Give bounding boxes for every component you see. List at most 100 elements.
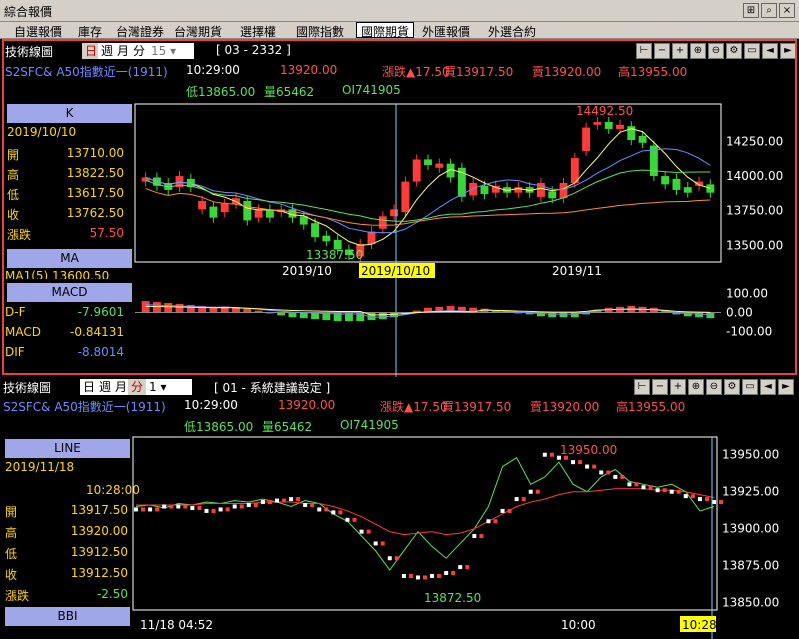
macd-tick: 0.00 [726, 306, 753, 320]
low-marker: 13387.50 [306, 248, 363, 262]
ma-line [145, 188, 711, 226]
sar-dot [472, 534, 477, 539]
sar-dot [401, 573, 406, 578]
sar-dot [267, 500, 272, 505]
high-marker: 13950.00 [560, 443, 617, 457]
price-tick: 13875.00 [722, 559, 779, 573]
low-marker: 13872.50 [424, 591, 481, 605]
sar-dot [387, 556, 392, 561]
sar-dot [352, 517, 357, 522]
sar-dot [697, 497, 702, 502]
sar-dot [260, 500, 265, 505]
macd-bar [548, 312, 557, 318]
pin-icon[interactable]: ⊞ [743, 3, 759, 18]
candle [435, 163, 444, 168]
price-line [135, 456, 715, 571]
sar-dot [669, 489, 674, 494]
sar-dot [549, 452, 554, 457]
window-title: 綜合報價 [4, 5, 53, 19]
date-tick: 2019/10 [282, 264, 332, 278]
sar-dot [197, 505, 202, 510]
sar-dot [578, 460, 583, 465]
price-tick: 13900.00 [722, 522, 779, 536]
tab-0[interactable]: 自選報價 [10, 23, 66, 40]
sar-dot [169, 504, 174, 509]
sar-dot [408, 573, 413, 578]
price-tick: 13500.00 [726, 238, 783, 252]
sar-dot [380, 541, 385, 546]
macd-bar [570, 312, 579, 318]
macd-bar [243, 308, 252, 313]
tab-5[interactable]: 國際指數 [292, 23, 348, 40]
sar-dot [148, 507, 153, 512]
macd-bar [559, 312, 568, 318]
sar-dot [303, 503, 308, 508]
candle [424, 159, 432, 165]
sar-dot [190, 505, 195, 510]
sar-dot [627, 482, 632, 487]
candle [254, 209, 263, 218]
minute-chart-svg[interactable]: 13950.00 13925.00 13900.00 13875.00 13850.00… [0, 377, 799, 639]
sar-dot [599, 470, 604, 475]
candle [548, 191, 557, 199]
tab-6[interactable]: 國際期貨 [356, 22, 415, 39]
sar-dot [317, 507, 322, 512]
candle [322, 235, 331, 242]
candle [220, 203, 229, 213]
sar-dot [676, 489, 681, 494]
candle [367, 231, 376, 244]
tab-8[interactable]: 外選合約 [484, 23, 540, 40]
price-tick: 13850.00 [722, 596, 779, 610]
daily-chart-svg[interactable]: 14250.00 14000.00 13750.00 13500.00 14492.50… [4, 41, 799, 377]
tab-1[interactable]: 庫存 [74, 23, 106, 40]
candle [378, 216, 387, 229]
sar-dot [289, 497, 294, 502]
sar-dot [690, 494, 695, 499]
sar-dot [620, 474, 625, 479]
candle [412, 159, 421, 182]
sar-dot [641, 485, 646, 490]
candle [311, 223, 320, 238]
price-tick: 14000.00 [726, 169, 783, 183]
sar-dot [239, 504, 244, 509]
sar-dot [253, 503, 258, 508]
sar-dot [324, 507, 329, 512]
candle [243, 201, 252, 221]
candle [683, 187, 692, 193]
sar-dot [176, 504, 181, 509]
sar-dot [444, 571, 449, 576]
sar-dot [655, 488, 660, 493]
macd-bar [164, 303, 173, 313]
time-cursor: 10:28 [682, 618, 717, 632]
date-cursor: 2019/10/10 [361, 264, 430, 278]
ma-line [136, 488, 715, 536]
candle [604, 122, 613, 129]
sar-dot [162, 504, 167, 509]
sar-dot [507, 508, 512, 513]
price-tick: 14250.00 [726, 134, 783, 148]
candle [593, 122, 602, 125]
tab-4[interactable]: 選擇權 [236, 23, 280, 40]
sar-dot [571, 460, 576, 465]
high-marker: 14492.50 [576, 104, 633, 118]
tab-2[interactable]: 台灣證券 [112, 23, 168, 40]
tab-3[interactable]: 台灣期貨 [170, 23, 226, 40]
sar-dot [648, 485, 653, 490]
sar-dot [155, 507, 160, 512]
minute-chart-frame [132, 436, 718, 611]
sar-dot [486, 519, 491, 524]
sar-dot [338, 510, 343, 515]
sar-dot [683, 494, 688, 499]
sar-dot [585, 464, 590, 469]
close-icon[interactable]: × [779, 3, 795, 18]
search-icon[interactable]: ⌕ [761, 3, 777, 18]
sar-dot [373, 541, 378, 546]
sar-dot [211, 508, 216, 513]
sar-dot [183, 504, 188, 509]
tab-7[interactable]: 外匯報價 [418, 23, 474, 40]
macd-tick: 100.00 [726, 287, 768, 301]
sar-dot [246, 503, 251, 508]
candle [582, 127, 591, 152]
sar-dot [662, 488, 667, 493]
macd-tick: -100.00 [726, 325, 772, 339]
